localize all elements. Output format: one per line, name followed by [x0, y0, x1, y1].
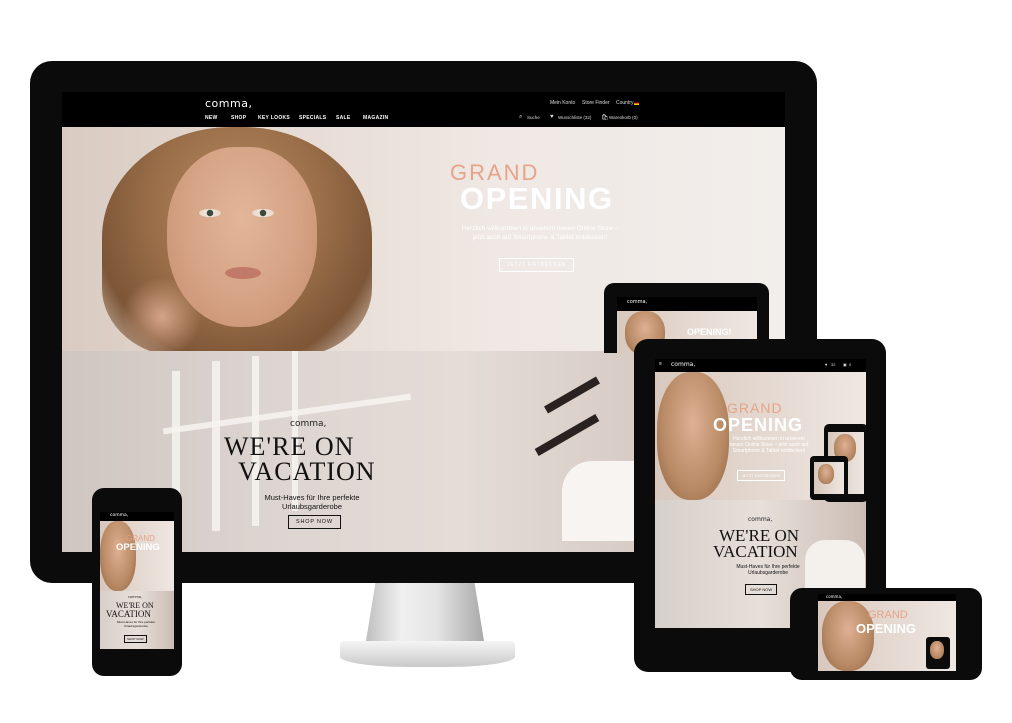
- country-link[interactable]: Country: [616, 100, 634, 106]
- tablet-hero-kicker: GRAND: [727, 400, 783, 416]
- railing-post: [212, 361, 220, 531]
- phone-landscape-model-image: [822, 601, 874, 671]
- heart-icon[interactable]: ♥: [550, 114, 554, 120]
- phone-landscape-hero: GRAND OPENING: [818, 601, 956, 671]
- model-eye-right: [252, 209, 274, 217]
- small-tablet-header: comma,: [617, 297, 757, 311]
- nav-shop[interactable]: SHOP: [231, 115, 246, 121]
- phone-logo[interactable]: comma,: [110, 513, 128, 518]
- phone-hero-title: OPENING: [116, 542, 160, 553]
- bench-image: [544, 376, 600, 414]
- small-tablet-logo: comma,: [627, 299, 648, 305]
- tablet-hero-title: OPENING: [713, 415, 804, 435]
- nav-key-looks[interactable]: KEY LOOKS: [258, 115, 290, 121]
- phone-landscape-kicker: GRAND: [868, 609, 908, 621]
- vacation-title-line2: VACATION: [238, 457, 376, 486]
- hero-text: Herzlich willkommen in unserem neuen Onl…: [461, 225, 619, 241]
- model-hand-image: [122, 277, 202, 351]
- tablet-vacation-logo: comma,: [748, 516, 773, 523]
- phone-landscape-title: OPENING: [856, 621, 916, 636]
- phone-hero: GRAND OPENING: [100, 521, 174, 591]
- account-link[interactable]: Mein Konto: [550, 100, 575, 106]
- mini-phone-screen: [814, 462, 844, 494]
- store-finder-link[interactable]: Store Finder: [582, 100, 610, 106]
- phone-landscape-logo[interactable]: comma,: [826, 594, 842, 599]
- mini-phone-model-image: [818, 464, 834, 484]
- bench-image: [534, 414, 600, 456]
- tablet-cart-icon[interactable]: ▣: [843, 362, 847, 367]
- phone-vacation-banner: comma, WE'RE ON VACATION Must-Haves für …: [100, 591, 174, 649]
- search-icon[interactable]: ⌕: [519, 114, 522, 121]
- phone-model-image: [100, 521, 136, 591]
- site-header: comma, Mein Konto Store Finder Country N…: [62, 92, 785, 127]
- nav-new[interactable]: NEW: [205, 115, 218, 121]
- phone-vacation-subtitle: Must-Haves für Ihre perfekte Urlaubsgard…: [116, 620, 155, 628]
- tablet-shop-now-button[interactable]: SHOP NOW: [745, 584, 778, 595]
- nav-sale[interactable]: SALE: [336, 115, 351, 121]
- railing-bar: [162, 393, 412, 435]
- nav-magazin[interactable]: MAGAZIN: [363, 115, 388, 121]
- tablet-logo[interactable]: comma,: [671, 361, 695, 368]
- phone-landscape-header: comma,: [818, 594, 956, 601]
- phone-shop-now-button[interactable]: SHOP NOW: [124, 635, 147, 643]
- tablet-model-image: [657, 372, 729, 500]
- tablet-wishlist-count[interactable]: 32: [831, 362, 835, 367]
- tablet-heart-icon[interactable]: ♥: [825, 362, 827, 367]
- vacation-logo: comma,: [290, 419, 327, 429]
- site-logo[interactable]: comma,: [205, 97, 252, 110]
- tablet-hero-text: Herzlich willkommen in unserem neuen Onl…: [729, 436, 809, 454]
- monitor-base: [340, 641, 515, 667]
- shop-now-button[interactable]: SHOP NOW: [288, 515, 341, 529]
- discover-button[interactable]: JETZT ENTDECKEN: [499, 258, 575, 272]
- tablet-cart-count[interactable]: 0: [849, 362, 851, 367]
- tablet-header: ≡ comma, ♥ 32 ▣ 0: [655, 359, 866, 372]
- vacation-title-line1: WE'RE ON: [224, 432, 355, 461]
- phone-vacation-title2: VACATION: [106, 609, 151, 619]
- tablet-vacation-title2: VACATION: [713, 542, 798, 561]
- cart-link[interactable]: Warenkorb (0): [609, 115, 638, 120]
- nav-specials[interactable]: SPECIALS: [299, 115, 326, 121]
- menu-icon[interactable]: ≡: [659, 361, 662, 367]
- monitor-stand: [366, 583, 484, 641]
- tablet-discover-button[interactable]: JETZT ENTDECKEN: [737, 470, 785, 481]
- wishlist-link[interactable]: Wunschliste (32): [558, 115, 591, 120]
- tablet-vacation-subtitle: Must-Haves für Ihre perfekte Urlaubsgard…: [736, 564, 800, 576]
- phone-header: comma,: [100, 512, 174, 521]
- phone-vacation-logo: comma,: [128, 595, 143, 599]
- mini-landscape-phone-model: [930, 641, 944, 659]
- vacation-subtitle: Must-Haves für Ihre perfekte Urlaubsgard…: [264, 493, 360, 511]
- railing-post: [292, 351, 298, 511]
- model-lips: [225, 267, 261, 279]
- small-tablet-title: OPENING!: [687, 327, 732, 337]
- hero-title: OPENING: [460, 181, 614, 216]
- search-link[interactable]: Suche: [527, 115, 540, 120]
- model-eye-left: [199, 209, 221, 217]
- cart-icon[interactable]: 🛍: [601, 114, 609, 121]
- germany-flag-icon[interactable]: [634, 101, 639, 105]
